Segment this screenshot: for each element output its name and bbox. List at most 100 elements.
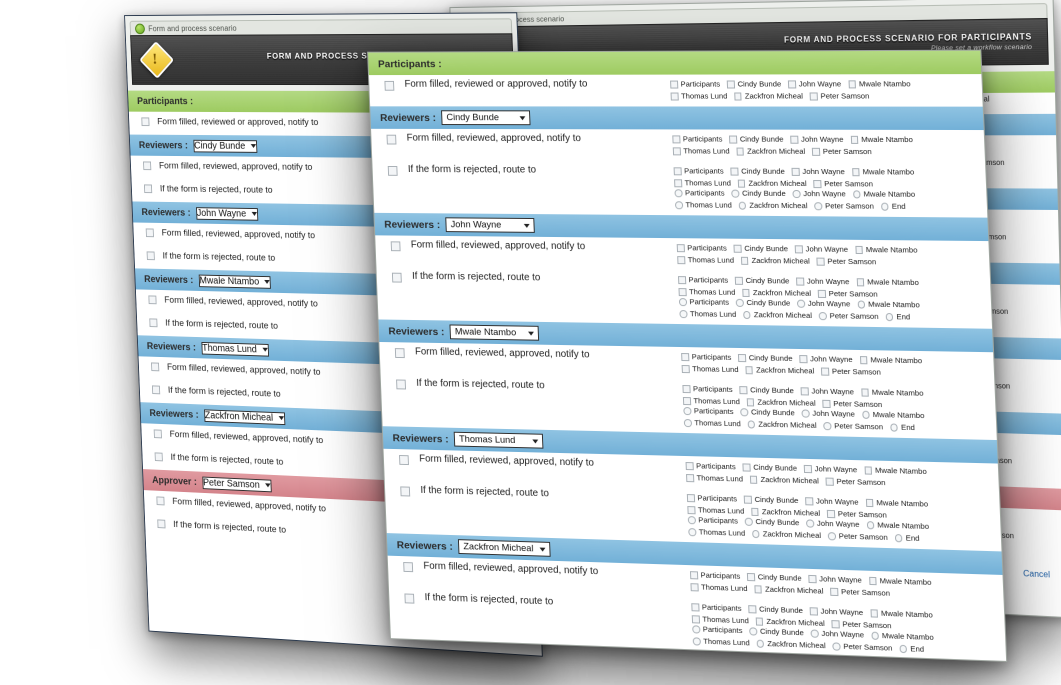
route-target-option[interactable]: Cindy Bunde — [731, 188, 786, 200]
notify-row-target-option[interactable]: Zackfron Micheal — [740, 255, 810, 268]
checkbox-input[interactable] — [859, 356, 868, 365]
checkbox-input[interactable] — [796, 277, 805, 286]
notify-row-target-option[interactable]: Thomas Lund — [672, 145, 730, 157]
cancel-link[interactable]: Cancel — [1023, 569, 1050, 580]
checkbox-input[interactable] — [742, 289, 751, 297]
notify-row-target-option[interactable]: Mwale Ntambo — [850, 134, 913, 146]
reject-row-target-option[interactable]: John Wayne — [796, 275, 850, 288]
checkbox-input[interactable] — [386, 134, 397, 145]
checkbox-input[interactable] — [387, 165, 398, 176]
route-target-option[interactable]: End — [880, 201, 906, 213]
checkbox-input[interactable] — [691, 615, 700, 624]
radio-input[interactable] — [818, 312, 827, 320]
checkbox-input[interactable] — [404, 593, 415, 604]
checkbox-input[interactable] — [788, 80, 796, 89]
checkbox-input[interactable] — [865, 499, 874, 507]
notify-row-target-option[interactable]: Peter Samson — [816, 256, 877, 269]
checkbox-input[interactable] — [674, 179, 682, 188]
radio-input[interactable] — [857, 300, 866, 309]
checkbox-input[interactable] — [733, 244, 742, 253]
checkbox-input[interactable] — [681, 353, 689, 361]
notify-row-target-option[interactable]: Mwale Ntambo — [848, 78, 911, 90]
checkbox-input[interactable] — [726, 80, 735, 89]
checkbox-input[interactable] — [855, 246, 863, 254]
notify-row-target-option[interactable]: Cindy Bunde — [729, 134, 784, 146]
checkbox-input[interactable] — [670, 80, 678, 89]
radio-input[interactable] — [828, 532, 836, 541]
checkbox-input[interactable] — [672, 147, 681, 156]
reject-row-control[interactable]: If the form is rejected, route to — [390, 377, 683, 395]
route-target-option[interactable]: Cindy Bunde — [735, 297, 791, 310]
checkbox-input[interactable] — [145, 228, 154, 238]
checkbox-input[interactable] — [729, 135, 737, 144]
checkbox-input[interactable] — [803, 465, 812, 473]
checkbox-input[interactable] — [816, 257, 825, 266]
checkbox-input[interactable] — [678, 276, 686, 284]
checkbox-input[interactable] — [743, 495, 752, 504]
checkbox-input[interactable] — [850, 136, 859, 144]
route-target-option[interactable]: Participants — [683, 405, 734, 418]
select-reviewer[interactable]: Zackfron Micheal — [203, 408, 286, 425]
checkbox-input[interactable] — [673, 167, 682, 176]
reject-row-target-option[interactable]: Participants — [678, 274, 728, 287]
radio-input[interactable] — [899, 645, 908, 653]
route-target-option[interactable]: Mwale Ntambo — [857, 298, 920, 311]
radio-input[interactable] — [871, 631, 879, 640]
notify-row-target-option[interactable]: Zackfron Micheal — [749, 474, 819, 488]
checkbox-input[interactable] — [399, 455, 409, 466]
checkbox-input[interactable] — [148, 295, 157, 305]
checkbox-input[interactable] — [742, 463, 751, 472]
checkbox-input[interactable] — [851, 168, 860, 176]
radio-input[interactable] — [894, 534, 903, 543]
checkbox-input[interactable] — [686, 474, 694, 482]
checkbox-input[interactable] — [813, 180, 822, 188]
route-target-option[interactable]: End — [899, 643, 924, 656]
route-target-option[interactable]: Thomas Lund — [679, 308, 736, 321]
route-target-option[interactable]: Thomas Lund — [683, 417, 741, 430]
route-target-option[interactable]: Participants — [678, 296, 729, 309]
route-target-option[interactable]: End — [890, 421, 915, 434]
radio-input[interactable] — [688, 528, 696, 537]
checkbox-input[interactable] — [848, 80, 857, 89]
radio-input[interactable] — [814, 202, 823, 211]
radio-input[interactable] — [832, 642, 841, 651]
reject-row-target-option[interactable]: John Wayne — [791, 166, 846, 178]
route-target-option[interactable]: Participants — [674, 187, 725, 199]
reject-row-target-option[interactable]: Participants — [682, 383, 733, 396]
checkbox-input[interactable] — [149, 318, 158, 328]
checkbox-input[interactable] — [682, 397, 691, 405]
checkbox-input[interactable] — [809, 92, 818, 101]
notify-row-target-option[interactable]: Participants — [681, 351, 731, 364]
checkbox-input[interactable] — [812, 148, 821, 156]
radio-input[interactable] — [861, 410, 870, 419]
route-target-option[interactable]: Peter Samson — [828, 530, 888, 544]
route-target-option[interactable]: Zackfron Micheal — [743, 309, 812, 322]
notify-row-target-option[interactable]: Cindy Bunde — [733, 243, 789, 256]
checkbox-input[interactable] — [396, 379, 407, 390]
checkbox-input[interactable] — [143, 161, 152, 171]
checkbox-input[interactable] — [734, 92, 742, 101]
notify-row-target-option[interactable]: John Wayne — [794, 243, 849, 256]
notify-row-control[interactable]: Form filled, reviewed, approved, notify … — [389, 346, 681, 363]
reject-row-control[interactable]: If the form is rejected, route to — [146, 317, 278, 332]
route-target-option[interactable]: Thomas Lund — [692, 635, 750, 649]
checkbox-input[interactable] — [146, 251, 155, 261]
notify-row-target-option[interactable]: Peter Samson — [809, 90, 870, 102]
checkbox-input[interactable] — [827, 510, 835, 518]
checkbox-input[interactable] — [682, 385, 691, 393]
select-approver[interactable]: Peter Samson — [201, 476, 272, 492]
checkbox-input[interactable] — [805, 497, 814, 506]
radio-input[interactable] — [852, 190, 861, 199]
notify-row-target-option[interactable]: Peter Samson — [812, 146, 872, 158]
checkbox-input[interactable] — [394, 348, 405, 359]
checkbox-input[interactable] — [751, 508, 760, 516]
checkbox-input[interactable] — [746, 398, 755, 407]
reject-row-target-option[interactable]: Cindy Bunde — [734, 275, 790, 288]
checkbox-input[interactable] — [734, 277, 743, 285]
notify-row-target-option[interactable]: Zackfron Micheal — [736, 146, 805, 158]
radio-input[interactable] — [692, 637, 701, 646]
checkbox-input[interactable] — [686, 494, 695, 503]
route-target-option[interactable]: Peter Samson — [823, 420, 883, 433]
checkbox-input[interactable] — [794, 245, 803, 254]
notify-row-control[interactable]: Form filled, reviewed or approved, notif… — [138, 116, 319, 128]
